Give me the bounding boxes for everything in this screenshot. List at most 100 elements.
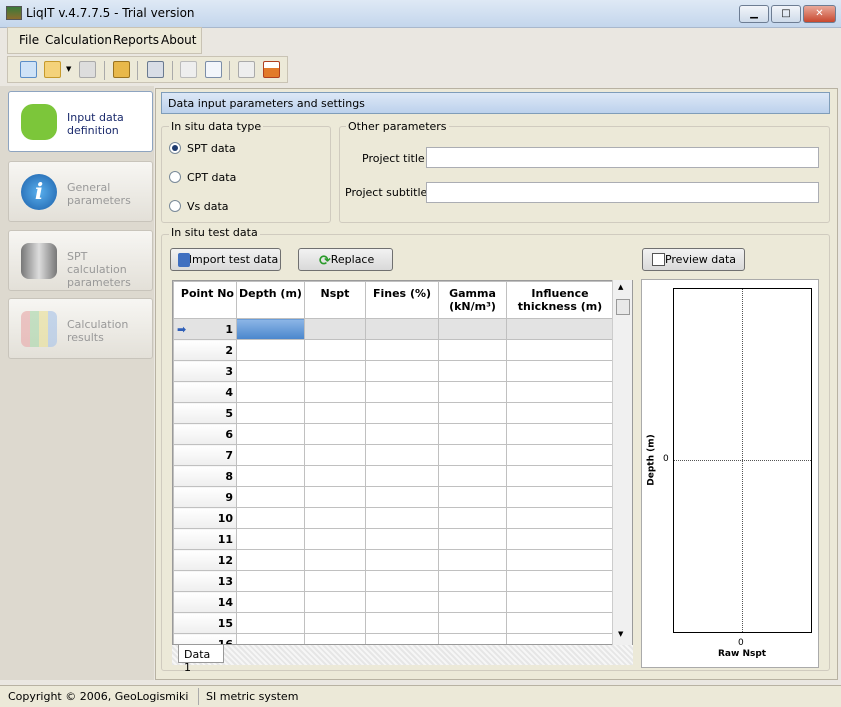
grid-cell[interactable] <box>236 360 305 382</box>
grid-cell[interactable] <box>236 318 305 340</box>
nav-calculation-results[interactable]: Calculation results <box>8 298 153 359</box>
table-row[interactable]: 12 <box>173 549 614 571</box>
menu-calculation[interactable]: Calculation <box>45 33 112 47</box>
table-row[interactable]: 5 <box>173 402 614 424</box>
grid-cell[interactable] <box>438 570 507 592</box>
grid-cell[interactable] <box>365 339 439 361</box>
radio-vs-label[interactable]: Vs data <box>187 200 229 213</box>
replace-button[interactable]: ⟳ Replace <box>298 248 393 271</box>
new-icon[interactable] <box>20 61 37 78</box>
grid-cell[interactable] <box>236 486 305 508</box>
grid-cell[interactable] <box>365 360 439 382</box>
column-header[interactable]: Influence thickness (m) <box>506 281 614 319</box>
grid-cell[interactable] <box>304 465 366 487</box>
grid-cell[interactable] <box>304 507 366 529</box>
grid-cell[interactable] <box>365 507 439 529</box>
row-number[interactable]: 15 <box>173 612 237 634</box>
row-number[interactable]: 8 <box>173 465 237 487</box>
grid-cell[interactable] <box>506 423 614 445</box>
table-row[interactable]: 11 <box>173 528 614 550</box>
table-row[interactable]: 6 <box>173 423 614 445</box>
radio-spt-label[interactable]: SPT data <box>187 142 236 155</box>
grid-cell[interactable] <box>438 507 507 529</box>
grid-cell[interactable] <box>438 633 507 644</box>
calculator-icon[interactable] <box>147 61 164 78</box>
table-row[interactable]: 15 <box>173 612 614 634</box>
grid-cell[interactable] <box>236 570 305 592</box>
table-row[interactable]: 16 <box>173 633 614 644</box>
grid-cell[interactable] <box>506 507 614 529</box>
grid-cell[interactable] <box>365 465 439 487</box>
grid-cell[interactable] <box>506 570 614 592</box>
grid-cell[interactable] <box>304 444 366 466</box>
grid-cell[interactable] <box>438 465 507 487</box>
menu-about[interactable]: About <box>161 33 196 47</box>
column-header[interactable]: Point No <box>173 281 237 319</box>
grid-cell[interactable] <box>438 423 507 445</box>
row-number[interactable]: 3 <box>173 360 237 382</box>
grid-cell[interactable] <box>365 423 439 445</box>
report-icon[interactable] <box>180 61 197 78</box>
column-header[interactable]: Depth (m) <box>236 281 305 319</box>
row-number[interactable]: 5 <box>173 402 237 424</box>
row-number[interactable]: 2 <box>173 339 237 361</box>
nav-general-parameters[interactable]: i General parameters <box>8 161 153 222</box>
grid-cell[interactable] <box>438 318 507 340</box>
profile-icon[interactable] <box>263 61 280 78</box>
grid-cell[interactable] <box>304 360 366 382</box>
chart-icon[interactable] <box>238 61 255 78</box>
row-number[interactable]: 6 <box>173 423 237 445</box>
grid-cell[interactable] <box>236 507 305 529</box>
grid-cell[interactable] <box>506 633 614 644</box>
grid-cell[interactable] <box>365 486 439 508</box>
grid-cell[interactable] <box>304 549 366 571</box>
grid-cell[interactable] <box>438 339 507 361</box>
grid-cell[interactable] <box>438 381 507 403</box>
row-number[interactable]: 13 <box>173 570 237 592</box>
grid-cell[interactable] <box>506 612 614 634</box>
table-row[interactable]: 3 <box>173 360 614 382</box>
dropdown-arrow-icon[interactable]: ▼ <box>66 65 71 73</box>
import-test-data-button[interactable]: Import test data <box>170 248 281 271</box>
grid-cell[interactable] <box>365 528 439 550</box>
grid-cell[interactable] <box>236 444 305 466</box>
grid-cell[interactable] <box>365 402 439 424</box>
grid-cell[interactable] <box>438 528 507 550</box>
scroll-thumb[interactable] <box>616 299 630 315</box>
row-number[interactable]: 16 <box>173 633 237 644</box>
grid-cell[interactable] <box>365 549 439 571</box>
grid-cell[interactable] <box>506 318 614 340</box>
project-subtitle-input[interactable] <box>426 182 819 203</box>
table-row[interactable]: 13 <box>173 570 614 592</box>
grid-cell[interactable] <box>506 360 614 382</box>
grid-cell[interactable] <box>506 528 614 550</box>
grid-cell[interactable] <box>304 612 366 634</box>
grid-cell[interactable] <box>365 570 439 592</box>
row-number[interactable]: 10 <box>173 507 237 529</box>
grid-cell[interactable] <box>304 528 366 550</box>
table-row[interactable]: 10 <box>173 507 614 529</box>
grid-cell[interactable] <box>236 465 305 487</box>
menu-reports[interactable]: Reports <box>113 33 159 47</box>
grid-cell[interactable] <box>365 381 439 403</box>
column-header[interactable]: Fines (%) <box>365 281 439 319</box>
row-number[interactable]: ➡ 1 <box>173 318 237 340</box>
grid-cell[interactable] <box>506 402 614 424</box>
grid-cell[interactable] <box>236 591 305 613</box>
scroll-up-icon[interactable]: ▲ <box>618 283 623 291</box>
grid-cell[interactable] <box>304 486 366 508</box>
grid-cell[interactable] <box>304 591 366 613</box>
grid-cell[interactable] <box>506 591 614 613</box>
grid-cell[interactable] <box>438 444 507 466</box>
grid-cell[interactable] <box>365 633 439 644</box>
row-number[interactable]: 9 <box>173 486 237 508</box>
grid-cell[interactable] <box>236 528 305 550</box>
grid-cell[interactable] <box>438 591 507 613</box>
grid-cell[interactable] <box>506 465 614 487</box>
row-number[interactable]: 12 <box>173 549 237 571</box>
grid-cell[interactable] <box>506 339 614 361</box>
grid-cell[interactable] <box>236 423 305 445</box>
grid-cell[interactable] <box>506 381 614 403</box>
table-row[interactable]: 14 <box>173 591 614 613</box>
grid-cell[interactable] <box>438 486 507 508</box>
